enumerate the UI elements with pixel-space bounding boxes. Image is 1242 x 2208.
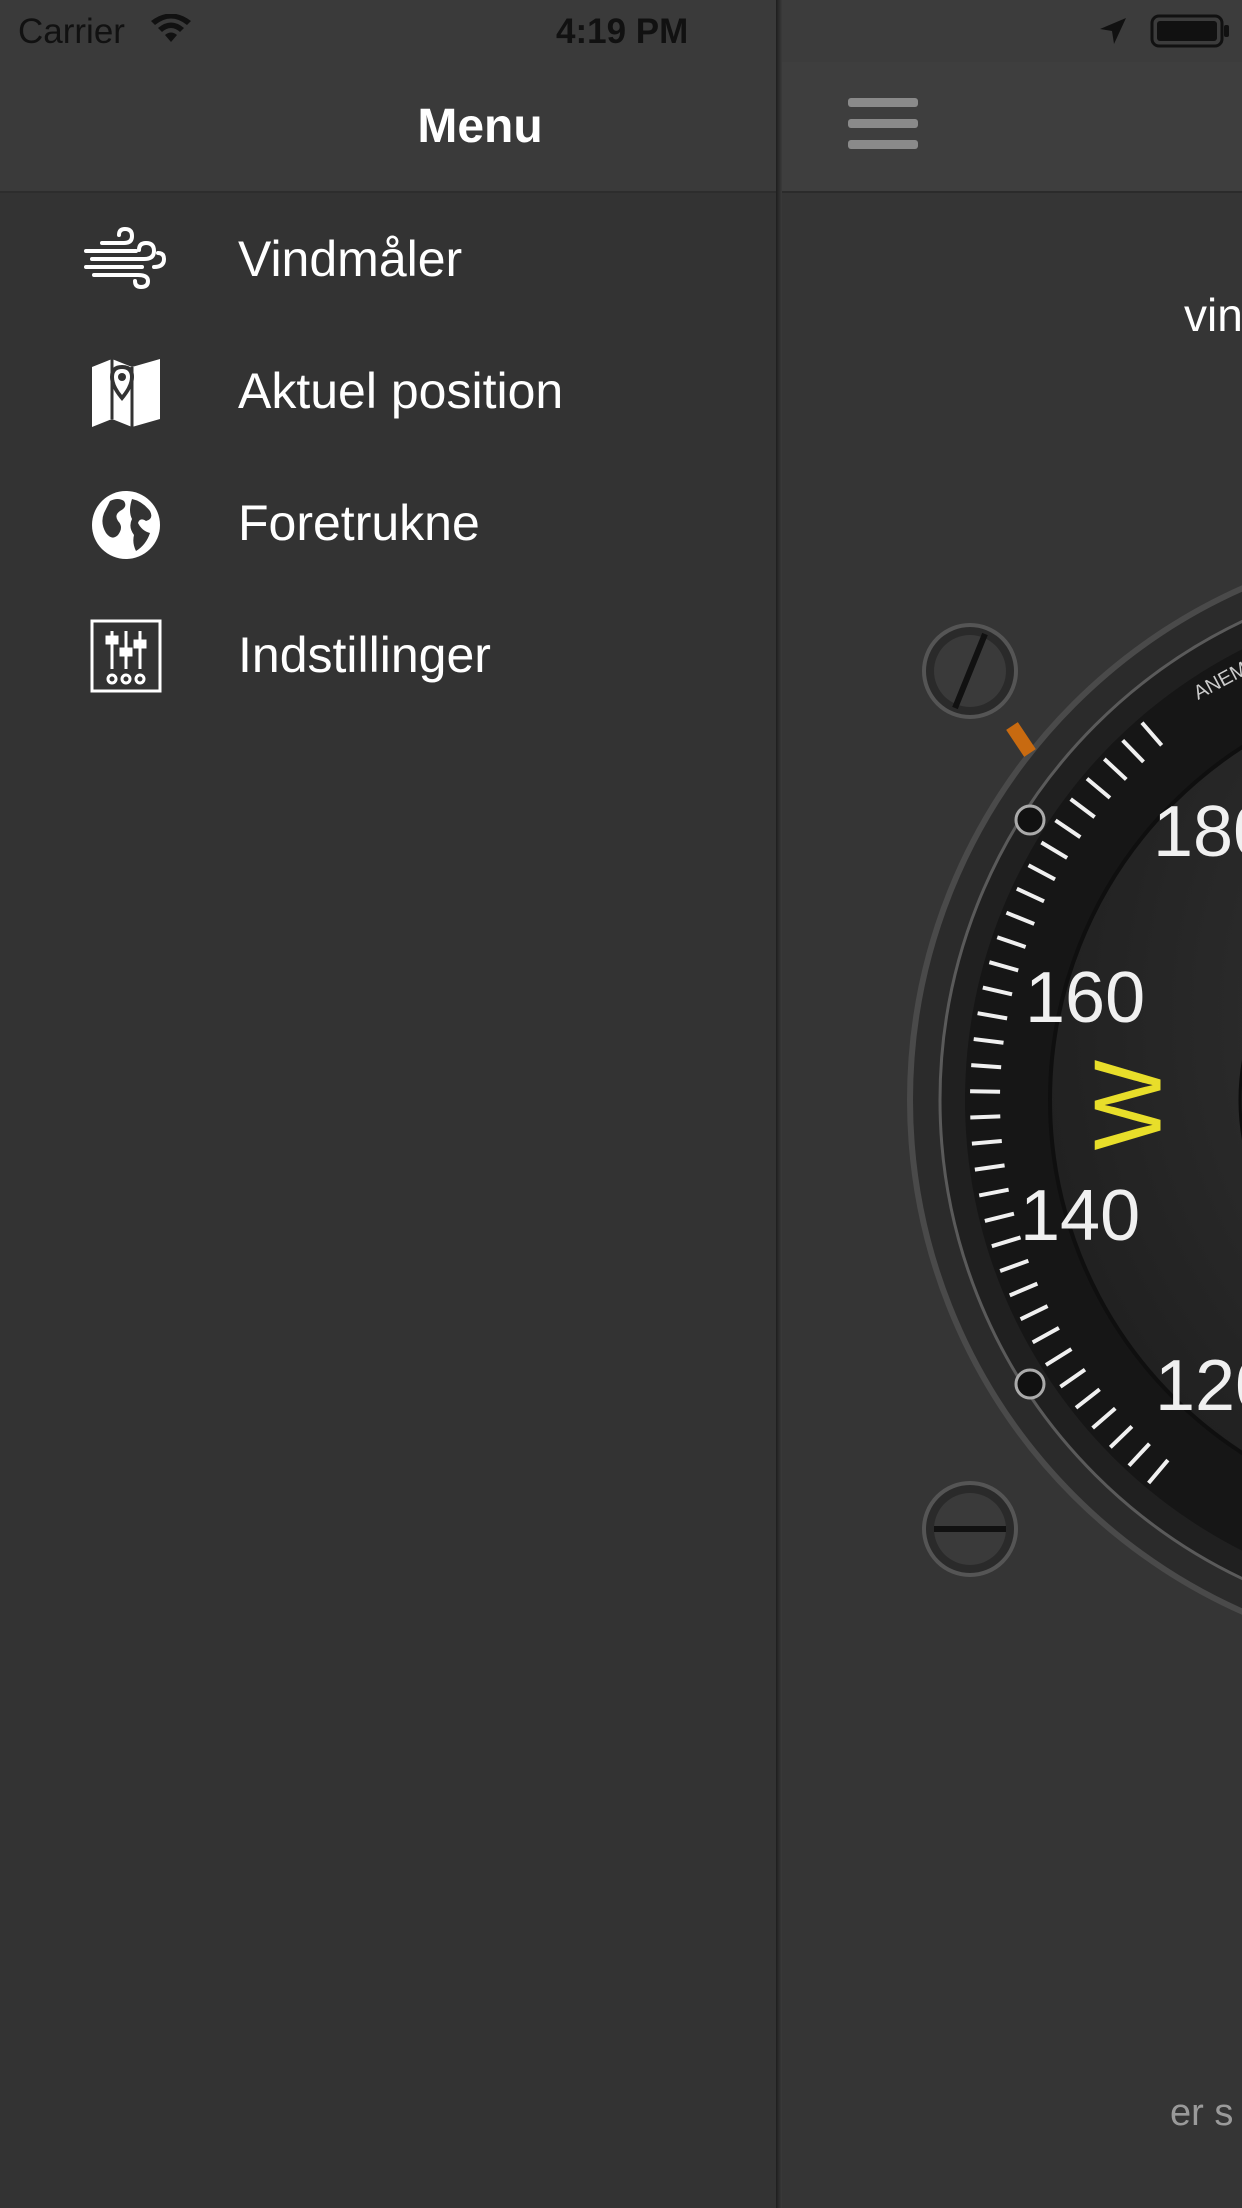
- drawer-header: Menu: [0, 62, 778, 193]
- main-content-panel[interactable]: vin 18 160 140 12 W ANEM er s: [780, 0, 1242, 2208]
- menu-item-indstillinger[interactable]: Indstillinger: [0, 589, 778, 721]
- hamburger-menu-icon[interactable]: [848, 98, 918, 150]
- battery-icon: [1150, 14, 1230, 53]
- screw-bottom: [922, 1481, 1018, 1577]
- wind-icon: [84, 223, 168, 299]
- menu-item-foretrukne[interactable]: Foretrukne: [0, 457, 778, 589]
- menu-item-aktuel-position[interactable]: Aktuel position: [0, 325, 778, 457]
- gauge-tick: [970, 1089, 1001, 1094]
- gauge-tick: [971, 1138, 1002, 1146]
- screw-top: [922, 623, 1018, 719]
- direction-letter: W: [1074, 1059, 1181, 1150]
- wifi-icon: [150, 13, 192, 49]
- scale-label: 160: [1025, 958, 1145, 1038]
- status-time: 4:19 PM: [556, 12, 689, 51]
- menu-item-vindmaaler[interactable]: Vindmåler: [0, 193, 778, 325]
- main-heading: vin: [1184, 289, 1242, 341]
- carrier-label: Carrier: [18, 12, 125, 51]
- status-bar: Carrier 4:19 PM: [0, 0, 778, 62]
- status-bar-right: [780, 0, 1242, 62]
- orange-marker: [1006, 722, 1036, 757]
- location-arrow-icon: [1098, 16, 1128, 51]
- side-drawer: Carrier 4:19 PM Menu Vindmåler Aktuel po…: [0, 0, 778, 2208]
- footer-text: er s: [1170, 2092, 1234, 2134]
- globe-icon: [84, 487, 168, 563]
- menu-item-label: Vindmåler: [238, 231, 463, 287]
- scale-label: 180: [1153, 792, 1242, 872]
- scale-label: 140: [1020, 1176, 1140, 1256]
- drawer-divider: [776, 0, 782, 2208]
- menu-item-label: Indstillinger: [238, 627, 491, 683]
- gauge-tick: [971, 1063, 1002, 1070]
- menu-item-label: Foretrukne: [238, 495, 480, 551]
- gauge-tick: [970, 1114, 1001, 1120]
- scale-label: 120: [1155, 1346, 1242, 1426]
- map-pin-icon: [84, 355, 168, 431]
- sliders-icon: [84, 619, 168, 695]
- anemometer-gauge: 180 160 140 120 W ANEM: [907, 585, 1242, 1615]
- menu-item-label: Aktuel position: [238, 363, 564, 419]
